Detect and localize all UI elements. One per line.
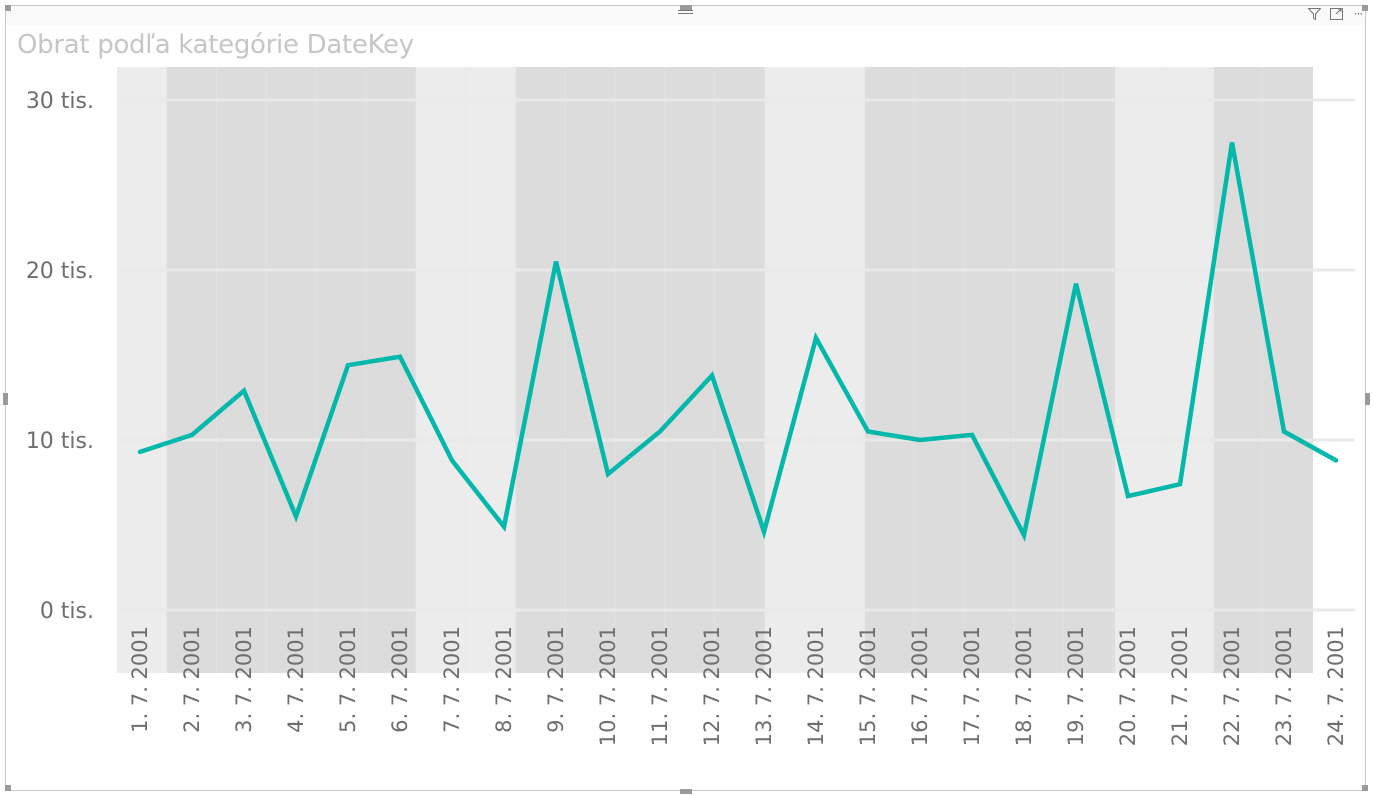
x-tick-label: 7. 7. 2001 (440, 626, 464, 733)
x-tick-label: 23. 7. 2001 (1272, 626, 1296, 746)
x-tick-label: 13. 7. 2001 (752, 626, 776, 746)
y-tick-label: 30 tis. (26, 89, 94, 114)
background-band (865, 67, 1115, 673)
x-tick-label: 22. 7. 2001 (1220, 626, 1244, 746)
background-bands (117, 67, 1313, 673)
y-tick-label: 10 tis. (26, 429, 94, 454)
x-tick-label: 2. 7. 2001 (180, 626, 204, 733)
x-tick-label: 24. 7. 2001 (1324, 626, 1348, 746)
x-tick-label: 16. 7. 2001 (908, 626, 932, 746)
x-tick-label: 5. 7. 2001 (336, 626, 360, 733)
x-tick-label: 12. 7. 2001 (700, 626, 724, 746)
x-tick-label: 6. 7. 2001 (388, 626, 412, 733)
background-band (516, 67, 765, 673)
x-tick-label: 11. 7. 2001 (648, 626, 672, 746)
x-tick-label: 3. 7. 2001 (232, 626, 256, 733)
x-tick-label: 18. 7. 2001 (1012, 626, 1036, 746)
background-band (765, 67, 865, 673)
background-band (117, 67, 167, 673)
background-band (167, 67, 416, 673)
y-axis: 0 tis. 10 tis. 20 tis. 30 tis. (26, 89, 94, 624)
x-tick-label: 10. 7. 2001 (596, 626, 620, 746)
y-tick-label: 0 tis. (40, 599, 94, 624)
x-tick-label: 20. 7. 2001 (1116, 626, 1140, 746)
x-tick-label: 9. 7. 2001 (544, 626, 568, 733)
line-chart: 0 tis. 10 tis. 20 tis. 30 tis. 1. 7. 2001 2.… (26, 67, 1355, 746)
x-tick-label: 1. 7. 2001 (128, 626, 152, 733)
x-tick-label: 19. 7. 2001 (1064, 626, 1088, 746)
x-tick-label: 17. 7. 2001 (960, 626, 984, 746)
x-tick-label: 14. 7. 2001 (804, 626, 828, 746)
y-tick-label: 20 tis. (26, 259, 94, 284)
x-tick-label: 4. 7. 2001 (284, 626, 308, 733)
x-tick-label: 8. 7. 2001 (492, 626, 516, 733)
x-tick-label: 15. 7. 2001 (856, 626, 880, 746)
x-tick-label: 21. 7. 2001 (1168, 626, 1192, 746)
